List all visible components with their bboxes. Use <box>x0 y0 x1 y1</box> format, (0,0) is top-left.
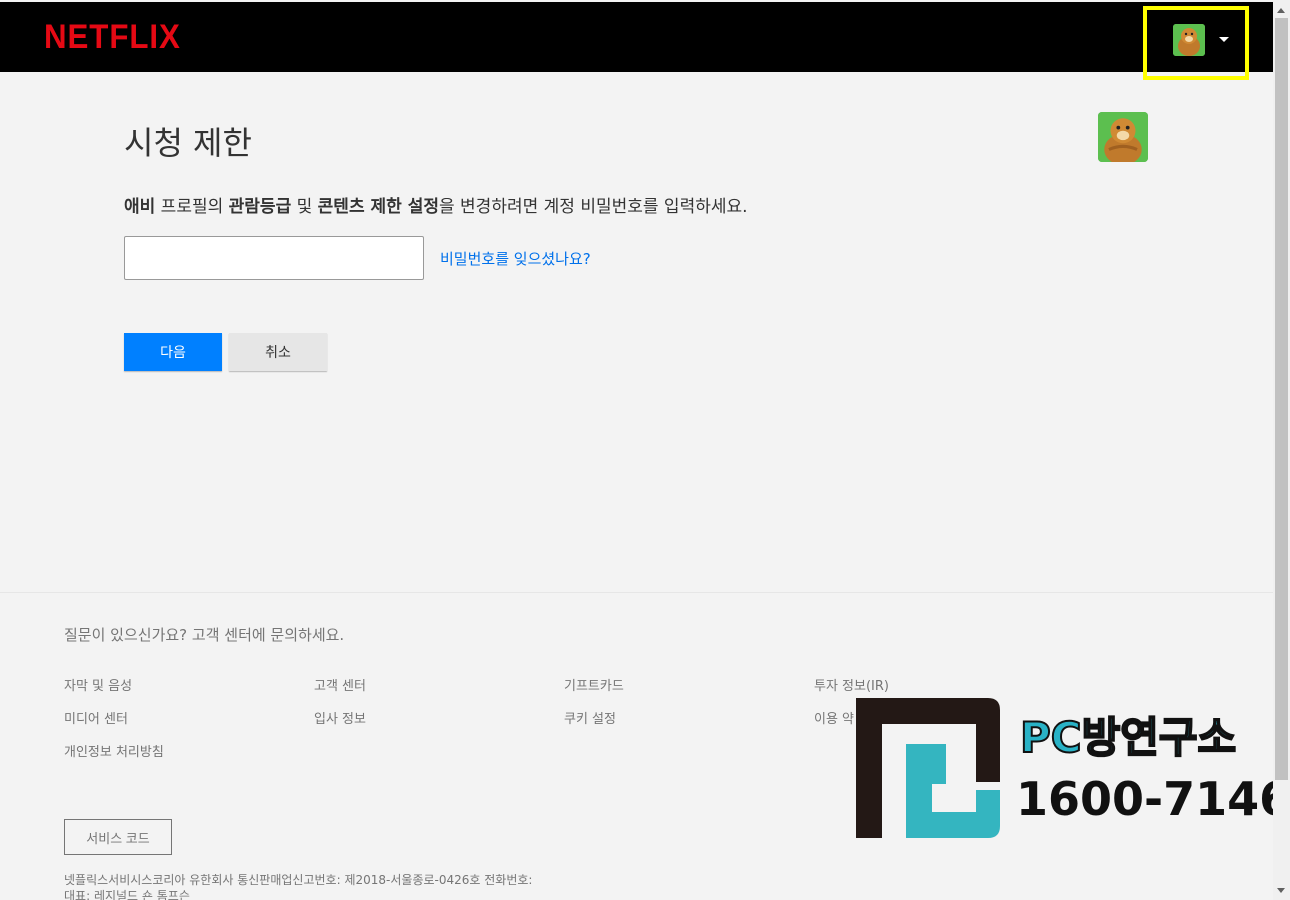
forgot-password-link[interactable]: 비밀번호를 잊으셨나요? <box>440 248 591 269</box>
footer-divider <box>0 592 1273 593</box>
service-code-button[interactable]: 서비스 코드 <box>64 819 172 855</box>
next-button[interactable]: 다음 <box>124 333 222 371</box>
instruction-part: 을 변경하려면 계정 비밀번호를 입력하세요. <box>439 197 748 217</box>
footer-link-audio-subtitles[interactable]: 자막 및 음성 <box>64 675 132 694</box>
content-restrictions-label: 콘텐츠 제한 설정 <box>317 197 439 217</box>
scroll-thumb[interactable] <box>1275 18 1288 780</box>
footer-link-cookie-preferences[interactable]: 쿠키 설정 <box>564 708 616 727</box>
profile-avatar-icon[interactable] <box>1173 24 1205 56</box>
top-nav: NETFLIX <box>0 2 1273 80</box>
watermark-phone: 1600-7146 <box>1016 772 1290 826</box>
instruction-part: 프로필의 <box>155 197 229 217</box>
instruction-text: 애비 프로필의 관람등급 및 콘텐츠 제한 설정을 변경하려면 계정 비밀번호를… <box>124 192 748 217</box>
page-title: 시청 제한 <box>124 124 252 162</box>
footer-link-help-center[interactable]: 고객 센터 <box>314 675 366 694</box>
legal-line: 대표: 레지널드 숀 톰프슨 <box>64 889 190 900</box>
scroll-up-arrow-icon[interactable] <box>1277 8 1285 13</box>
cancel-button[interactable]: 취소 <box>229 333 327 371</box>
footer-link-privacy[interactable]: 개인정보 처리방침 <box>64 741 164 760</box>
footer-link-gift-cards[interactable]: 기프트카드 <box>564 675 624 694</box>
pc-lab-watermark: PC방연구소 1600-7146 <box>848 690 1290 850</box>
footer-legal-text: 넷플릭스서비시스코리아 유한회사 통신판매업신고번호: 제2018-서울종로-0… <box>64 872 532 900</box>
scroll-down-arrow-icon[interactable] <box>1277 888 1285 893</box>
watermark-name: PC방연구소 <box>1019 712 1237 763</box>
watermark-logo-icon <box>856 696 1004 844</box>
caret-down-icon[interactable] <box>1219 37 1229 42</box>
footer-contact-text: 질문이 있으신가요? 고객 센터에 문의하세요. <box>64 626 345 644</box>
footer-link-media-center[interactable]: 미디어 센터 <box>64 708 128 727</box>
account-menu-toggle[interactable] <box>1143 6 1249 80</box>
profile-name: 애비 <box>124 197 156 217</box>
profile-avatar-icon <box>1098 112 1148 162</box>
footer-link-jobs[interactable]: 입사 정보 <box>314 708 366 727</box>
legal-line: 넷플릭스서비시스코리아 유한회사 통신판매업신고번호: 제2018-서울종로-0… <box>64 873 533 887</box>
vertical-scrollbar[interactable] <box>1273 0 1290 900</box>
password-input[interactable] <box>124 236 424 280</box>
instruction-part: 및 <box>291 197 318 217</box>
netflix-logo[interactable]: NETFLIX <box>44 18 181 57</box>
maturity-rating-label: 관람등급 <box>228 197 292 217</box>
